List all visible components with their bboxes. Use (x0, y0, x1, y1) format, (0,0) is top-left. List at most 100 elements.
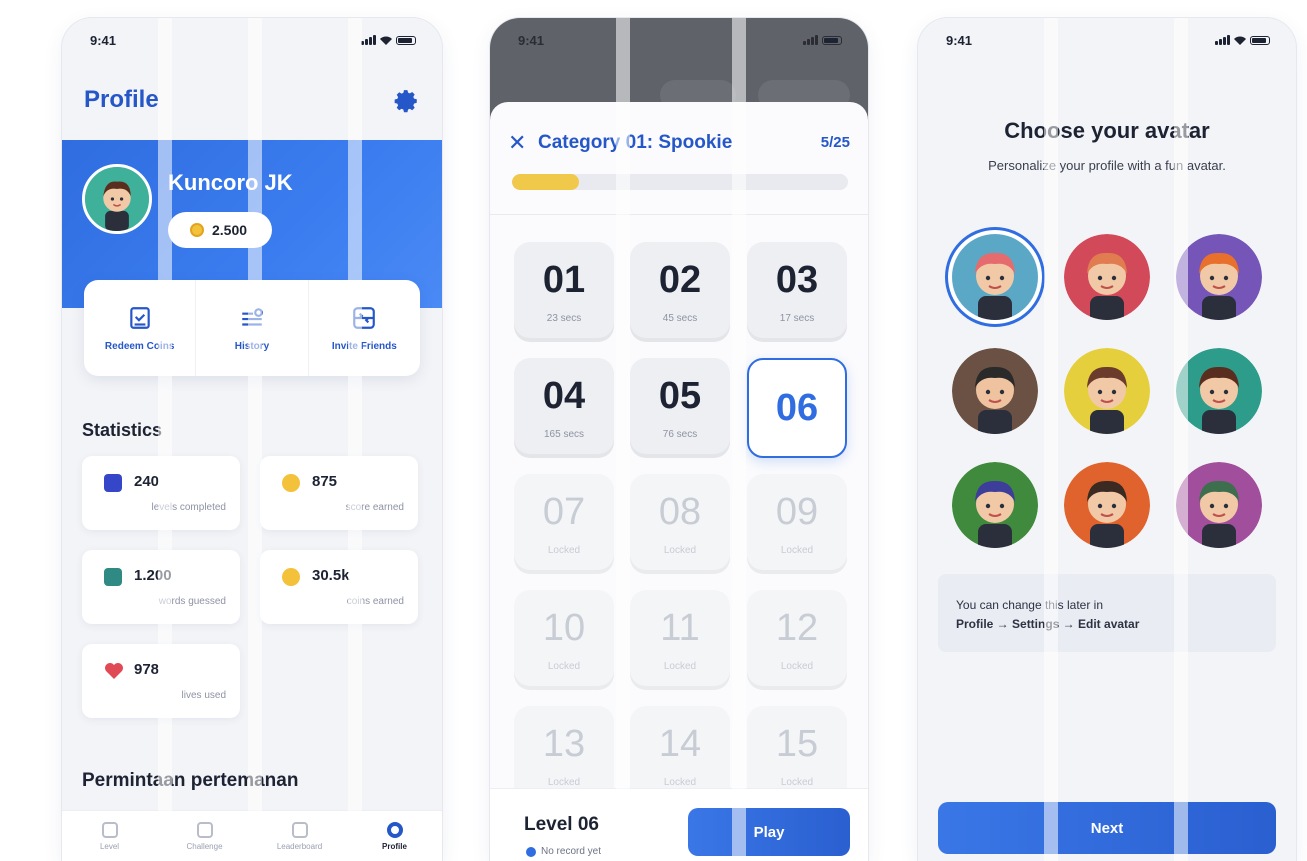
level-tile-11: 11 Locked (630, 590, 730, 690)
tab-label: Challenge (186, 841, 223, 851)
level-subtitle: Locked (547, 776, 581, 788)
play-button[interactable]: Play (688, 808, 850, 856)
level-subtitle: 76 secs (662, 428, 698, 440)
level-number: 05 (658, 374, 702, 417)
next-button[interactable]: Next (938, 802, 1276, 854)
stat-value: 30.5k (312, 567, 350, 584)
level-tile-08: 08 Locked (630, 474, 730, 574)
avatar[interactable] (82, 164, 152, 234)
action-label: History (234, 340, 270, 352)
coin-icon (282, 474, 300, 492)
chart-icon (104, 474, 122, 492)
close-icon[interactable]: ✕ (508, 130, 526, 156)
tab-challenge[interactable]: Challenge (157, 811, 252, 861)
action-label: Invite Friends (331, 340, 397, 352)
level-tile-10: 10 Locked (514, 590, 614, 690)
letter-a-icon (104, 568, 122, 586)
info-icon (526, 846, 536, 857)
page-title: Profile (84, 86, 159, 113)
status-time: 9:41 (90, 32, 117, 48)
level-subtitle: Locked (780, 660, 814, 672)
level-tile-01[interactable]: 01 23 secs (514, 242, 614, 342)
level-number: 14 (658, 722, 702, 765)
avatar-boy-ginger[interactable] (1176, 234, 1262, 320)
level-number: 13 (542, 722, 586, 765)
level-tile-09: 09 Locked (747, 474, 847, 574)
tab-label: Level (99, 841, 120, 851)
level-number: 04 (542, 374, 586, 417)
user-name: Kuncoro JK (168, 170, 293, 195)
signal-icon (361, 35, 376, 45)
gear-icon[interactable] (394, 88, 420, 114)
avatar-hat-glasses[interactable] (1064, 462, 1150, 548)
status-time: 9:41 (518, 32, 545, 48)
level-subtitle: Locked (663, 776, 697, 788)
stat-words-guessed: 1.200 words guessed (82, 550, 240, 624)
profile-icon (386, 821, 403, 838)
status-bar: 9:41 (62, 18, 442, 62)
level-tile-05[interactable]: 05 76 secs (630, 358, 730, 458)
divider (490, 214, 868, 215)
level-subtitle: Locked (663, 660, 697, 672)
wifi-icon (380, 36, 392, 45)
tab-leaderboard[interactable]: Leaderboard (252, 811, 347, 861)
avatar-girl-pink[interactable] (952, 234, 1038, 320)
stat-value: 875 (312, 473, 338, 490)
avatar-hijab-green[interactable] (1176, 462, 1262, 548)
tab-profile[interactable]: Profile (347, 811, 442, 861)
category-title: Category 01: Spookie (538, 132, 733, 153)
level-number: 12 (775, 606, 819, 649)
status-time: 9:41 (946, 32, 973, 48)
redeem-coins-button[interactable]: Redeem Coins (84, 280, 197, 376)
info-note: You can change this later in Profile → S… (938, 574, 1276, 652)
stat-value: 240 (134, 473, 160, 490)
level-subtitle: 165 secs (543, 428, 585, 440)
level-tile-03[interactable]: 03 17 secs (747, 242, 847, 342)
progress-label: 5/25 (820, 134, 850, 151)
status-icons (361, 35, 416, 45)
page-title: Choose your avatar (1004, 118, 1210, 143)
status-icons (1215, 35, 1270, 45)
avatar-girl-brown[interactable] (1064, 348, 1150, 434)
stat-coins-earned: 30.5k coins earned (260, 550, 418, 624)
note-path: Profile → Settings → Edit avatar (956, 617, 1140, 632)
progress-bar (512, 174, 848, 190)
level-number: 06 (775, 387, 819, 429)
avatar-boy-cap[interactable] (1064, 234, 1150, 320)
avatar-cool-sunglasses[interactable] (952, 348, 1038, 434)
level-tile-04[interactable]: 04 165 secs (514, 358, 614, 458)
redeem-icon (129, 306, 150, 329)
status-bar: 9:41 (490, 18, 868, 62)
level-number: 02 (658, 258, 702, 301)
level-subtitle: Locked (547, 660, 581, 672)
highlight-stripe (1044, 18, 1058, 861)
stat-label: levels completed (151, 502, 226, 513)
invite-friends-button[interactable]: Invite Friends (309, 280, 420, 376)
invite-icon (353, 306, 376, 329)
heart-icon (105, 663, 123, 679)
level-number: 07 (542, 490, 586, 533)
wifi-icon (1234, 36, 1246, 45)
level-tile-06[interactable]: 06 (747, 358, 847, 458)
level-subtitle: Locked (547, 544, 581, 556)
stat-label: score earned (345, 502, 404, 513)
tab-label: Leaderboard (276, 841, 323, 851)
avatar-boy-teal[interactable] (1176, 348, 1262, 434)
stat-label: words guessed (158, 596, 226, 607)
stat-value: 978 (134, 661, 160, 678)
level-subtitle: Locked (780, 776, 814, 788)
coin-balance: 2.500 (168, 212, 272, 248)
avatar-hijab-blue[interactable] (952, 462, 1038, 548)
battery-icon (396, 35, 416, 45)
status-icons (803, 35, 842, 45)
tab-level[interactable]: Level (62, 811, 157, 861)
history-button[interactable]: History (196, 280, 309, 376)
level-subtitle: 45 secs (662, 312, 698, 324)
signal-icon (803, 35, 818, 45)
home-icon (101, 821, 118, 838)
quick-actions: Redeem Coins History Invite Friends (84, 280, 420, 376)
stat-label: coins earned (346, 596, 404, 607)
level-subtitle: 23 secs (546, 312, 582, 324)
level-tile-02[interactable]: 02 45 secs (630, 242, 730, 342)
level-subtitle: 17 secs (779, 312, 815, 324)
